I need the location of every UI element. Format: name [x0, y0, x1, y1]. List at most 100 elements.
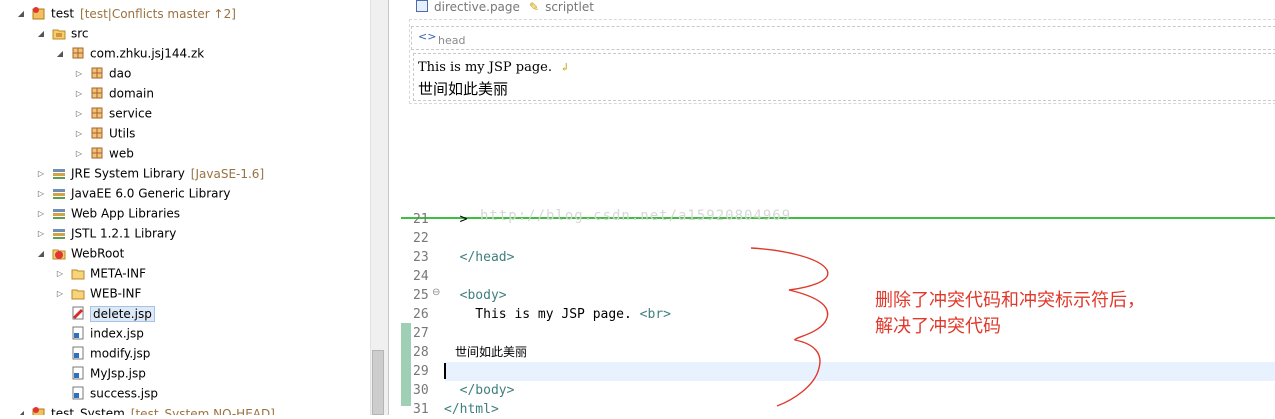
library-icon — [52, 186, 66, 200]
collapsed-arrow-icon[interactable]: ▷ — [55, 284, 65, 304]
text-caret — [444, 363, 446, 379]
tree-item-jstl-1-2-1-library[interactable]: ▷ JSTL 1.2.1 Library — [36, 223, 176, 243]
tree-item-label: dao — [109, 66, 132, 81]
line-number: 24 — [413, 269, 429, 284]
scriptlet-tab[interactable]: ✎ scriptlet — [529, 0, 594, 14]
tree-item-modify-jsp[interactable]: modify.jsp — [55, 343, 150, 363]
tree-item-jre-system-library[interactable]: ▷ JRE System Library [JavaSE-1.6] — [36, 163, 264, 183]
code-line: This is my JSP page. <br> — [444, 307, 671, 322]
tree-item-dao[interactable]: ▷ dao — [74, 63, 131, 83]
tree-item-webroot[interactable]: ◢ WebRoot — [36, 243, 124, 263]
tree-item-com-zhku-jsj144-zk[interactable]: ◢ com.zhku.jsj144.zk — [55, 43, 204, 63]
collapsed-arrow-icon[interactable]: ▷ — [36, 164, 46, 184]
webroot-icon — [52, 246, 66, 260]
tree-item-label: delete.jsp — [90, 305, 155, 322]
collapsed-arrow-icon[interactable]: ▷ — [36, 184, 46, 204]
collapsed-arrow-icon[interactable]: ▷ — [74, 84, 84, 104]
line-number: 31 — [413, 402, 429, 417]
jsp-file-icon — [71, 346, 85, 360]
tree-item-test-system[interactable]: ◢ test_System [test_System NO-HEAD] — [16, 403, 275, 415]
design-body-chinese: 世间如此美丽 — [418, 80, 509, 98]
tree-item-delete-jsp[interactable]: delete.jsp — [55, 303, 155, 323]
tree-item-label: META-INF — [90, 266, 147, 281]
collapsed-arrow-icon[interactable]: ▷ — [74, 124, 84, 144]
package-icon — [90, 66, 104, 80]
tree-item-myjsp-jsp[interactable]: MyJsp.jsp — [55, 363, 146, 383]
annotation-line-2: 解决了冲突代码 — [875, 316, 1001, 337]
watermark-text: http://blog.csdn.net/a15920804969 — [480, 208, 792, 224]
design-body-text: This is my JSP page. — [418, 60, 552, 75]
line-number: 28 — [413, 345, 429, 360]
expanded-arrow-icon[interactable]: ◢ — [36, 244, 46, 264]
directive-page-tab[interactable]: directive.page — [416, 0, 520, 14]
line-number: 27 — [413, 326, 429, 341]
tree-item-utils[interactable]: ▷ Utils — [74, 123, 136, 144]
tree-item-label: Utils — [109, 126, 136, 141]
collapsed-arrow-icon[interactable]: ▷ — [36, 224, 46, 244]
package-icon — [90, 126, 104, 140]
tree-item-label: web — [109, 146, 134, 161]
annotation-text: 删除了冲突代码和冲突标示符后， 解决了冲突代码 — [875, 288, 1145, 340]
tree-item-service[interactable]: ▷ service — [74, 103, 152, 123]
tree-item-decoration: [test_System NO-HEAD] — [130, 406, 275, 416]
tree-item-test[interactable]: ◢ test [test|Conflicts master ↑2] — [16, 3, 236, 23]
tree-item-web[interactable]: ▷ web — [74, 143, 134, 163]
line-break-icon: ↲ — [560, 61, 570, 74]
tree-item-label: WebRoot — [71, 246, 125, 261]
tree-item-web-app-libraries[interactable]: ▷ Web App Libraries — [36, 203, 180, 223]
library-icon — [52, 206, 66, 220]
head-element-box[interactable]: <> head — [411, 26, 1275, 50]
collapsed-arrow-icon[interactable]: ▷ — [74, 64, 84, 84]
tree-item-meta-inf[interactable]: ▷ META-INF — [55, 263, 146, 283]
collapsed-arrow-icon[interactable]: ▷ — [74, 104, 84, 124]
tree-item-label: src — [71, 26, 89, 41]
tree-item-label: modify.jsp — [90, 346, 151, 361]
line-number: 21 — [413, 212, 429, 227]
tree-item-label: com.zhku.jsj144.zk — [90, 46, 205, 61]
tree-item-label: service — [109, 106, 152, 121]
tree-item-decoration: [JavaSE-1.6] — [190, 166, 265, 181]
tree-item-domain[interactable]: ▷ domain — [74, 83, 154, 103]
annotation-line-1: 删除了冲突代码和冲突标示符后， — [875, 290, 1145, 311]
tree-item-success-jsp[interactable]: success.jsp — [55, 383, 158, 403]
tree-item-decoration: [test|Conflicts master ↑2] — [80, 6, 236, 21]
tree-item-javaee-6-0-generic-library[interactable]: ▷ JavaEE 6.0 Generic Library — [36, 183, 231, 203]
expanded-arrow-icon[interactable]: ◢ — [55, 44, 65, 64]
tree-item-label: test — [51, 6, 75, 21]
source-folder-icon — [52, 26, 66, 40]
tree-item-label: JRE System Library — [71, 166, 185, 181]
expanded-arrow-icon[interactable]: ◢ — [36, 24, 46, 44]
folder-icon — [71, 286, 85, 300]
collapsed-arrow-icon[interactable]: ▷ — [36, 204, 46, 224]
code-line: <body> — [444, 288, 507, 303]
code-line: </body> — [444, 383, 515, 398]
tree-item-label: index.jsp — [90, 326, 144, 341]
tree-item-label: success.jsp — [90, 386, 158, 401]
tree-item-index-jsp[interactable]: index.jsp — [55, 323, 144, 343]
tree-item-label: WEB-INF — [90, 286, 142, 301]
explorer-scrollbar-thumb[interactable] — [372, 350, 384, 415]
tag-icon: <> — [418, 30, 437, 43]
code-line: </html> — [444, 402, 499, 417]
package-icon — [71, 46, 85, 60]
line-number: 25 — [413, 288, 429, 303]
expanded-arrow-icon[interactable]: ◢ — [16, 4, 26, 24]
directive-page-label: directive.page — [434, 0, 520, 14]
jsp-file-icon — [71, 326, 85, 340]
directive-icon — [416, 0, 428, 12]
library-icon — [52, 226, 66, 240]
fold-collapse-icon[interactable]: ⊖ — [432, 287, 440, 298]
line-number: 29 — [413, 364, 429, 379]
collapsed-arrow-icon[interactable]: ▷ — [74, 144, 84, 164]
tree-item-src[interactable]: ◢ src — [36, 23, 89, 43]
tree-item-web-inf[interactable]: ▷ WEB-INF — [55, 283, 142, 304]
project-icon — [32, 406, 46, 415]
body-element-box[interactable]: This is my JSP page. ↲ 世间如此美丽 — [413, 53, 1275, 101]
package-explorer: ◢ test [test|Conflicts master ↑2] ◢ src ◢ com.… — [0, 0, 389, 415]
line-number: 23 — [413, 250, 429, 265]
collapsed-arrow-icon[interactable]: ▷ — [55, 264, 65, 284]
scriptlet-label: scriptlet — [545, 0, 594, 14]
jsp-file-icon — [71, 366, 85, 380]
expanded-arrow-icon[interactable]: ◢ — [16, 404, 26, 416]
brace-annotation — [750, 247, 829, 407]
